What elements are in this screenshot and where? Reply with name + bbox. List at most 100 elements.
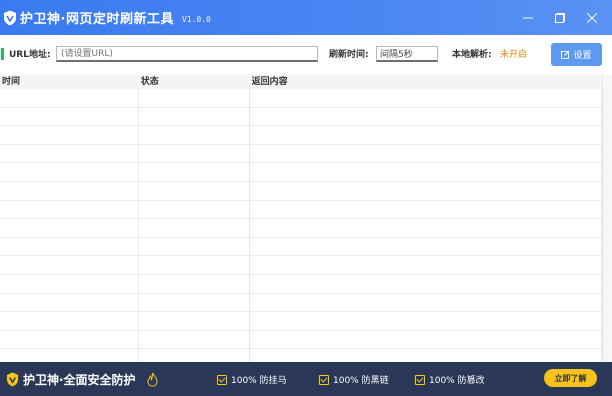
table-cell	[0, 126, 139, 144]
settings-button-label: 设置	[573, 50, 592, 60]
table-cell	[139, 144, 250, 163]
table-cell	[0, 312, 139, 330]
table-row[interactable]	[0, 256, 602, 275]
checkbox-icon	[217, 374, 227, 385]
table-cell	[139, 256, 250, 274]
close-button[interactable]	[576, 0, 608, 35]
table-row[interactable]	[0, 219, 602, 238]
table-cell	[0, 330, 139, 349]
promo-banner: 护卫神·全面安全防护	[0, 362, 612, 396]
table-cell	[250, 274, 602, 293]
accent-bar	[1, 48, 4, 60]
table-row[interactable]	[0, 200, 602, 220]
table-cell	[139, 89, 250, 107]
column-header-status[interactable]: 状态	[139, 75, 250, 89]
table-cell	[0, 256, 139, 274]
title-bar: 护卫神·网页定时刷新工具 V1.0.0	[0, 0, 612, 35]
table-cell	[139, 126, 250, 144]
shield-logo-icon	[4, 10, 16, 25]
table-cell	[250, 312, 602, 330]
table-row[interactable]	[0, 181, 602, 201]
table-cell	[0, 219, 139, 237]
table-cell	[0, 144, 139, 163]
table-cell	[250, 163, 602, 181]
table-row[interactable]	[0, 89, 602, 108]
table-row[interactable]	[0, 274, 602, 294]
table-cell	[250, 219, 602, 237]
refresh-interval-input[interactable]	[376, 46, 438, 62]
table-cell	[250, 144, 602, 163]
table-row[interactable]	[0, 126, 602, 145]
table-cell	[250, 349, 602, 362]
url-label: URL地址:	[9, 50, 51, 60]
table-cell	[0, 163, 139, 181]
table-cell	[250, 181, 602, 200]
table-row[interactable]	[0, 163, 602, 182]
column-header-time[interactable]: 时间	[0, 75, 139, 89]
column-header-response[interactable]: 返回内容	[250, 75, 602, 89]
table-cell	[250, 126, 602, 144]
checkbox-icon	[415, 374, 425, 385]
close-icon	[587, 12, 597, 23]
table-cell	[139, 330, 250, 349]
table-cell	[139, 293, 250, 312]
refresh-interval-label: 刷新时间:	[329, 50, 369, 60]
table-cell	[250, 89, 602, 107]
table-row[interactable]	[0, 330, 602, 350]
table-cell	[139, 163, 250, 181]
checkbox-icon	[319, 374, 329, 385]
table-cell	[0, 89, 139, 107]
app-version: V1.0.0	[181, 14, 211, 24]
feature-label: 100% 防挂马	[231, 376, 287, 386]
table-row[interactable]	[0, 349, 602, 362]
fire-icon	[147, 372, 158, 387]
table-cell	[0, 349, 139, 362]
table-cell	[0, 107, 139, 126]
minimize-button[interactable]	[512, 0, 544, 35]
table-row[interactable]	[0, 237, 602, 257]
table-row[interactable]	[0, 293, 602, 313]
shield-logo-icon	[6, 372, 19, 386]
edit-icon	[561, 50, 570, 59]
url-input[interactable]	[56, 46, 318, 62]
maximize-button[interactable]	[544, 0, 576, 35]
table-cell	[139, 349, 250, 362]
table-cell	[250, 256, 602, 274]
table-row[interactable]	[0, 107, 602, 127]
minimize-icon	[523, 17, 533, 18]
table-cell	[250, 330, 602, 349]
table-cell	[0, 181, 139, 200]
feature-label: 100% 防黑链	[333, 376, 389, 386]
app-title: 护卫神·网页定时刷新工具	[20, 12, 174, 27]
table-cell	[0, 293, 139, 312]
table-cell	[139, 181, 250, 200]
table-row[interactable]	[0, 312, 602, 331]
table-cell	[139, 200, 250, 219]
scrollbar-track[interactable]	[603, 75, 612, 362]
feature-anti-blacklink: 100% 防黑链	[319, 373, 389, 386]
table-cell	[139, 219, 250, 237]
feature-label: 100% 防篡改	[429, 376, 485, 386]
table-header: 时间 状态 返回内容	[0, 75, 602, 89]
table-row[interactable]	[0, 144, 602, 164]
banner-title: 护卫神·全面安全防护	[23, 372, 136, 387]
table-cell	[250, 237, 602, 256]
table-cell	[0, 237, 139, 256]
table-cell	[139, 312, 250, 330]
settings-button[interactable]: 设置	[551, 43, 602, 66]
table-cell	[139, 274, 250, 293]
table-cell	[139, 107, 250, 126]
feature-anti-trojan: 100% 防挂马	[217, 373, 287, 386]
log-table[interactable]: 时间 状态 返回内容	[0, 75, 603, 362]
table-cell	[139, 237, 250, 256]
table-cell	[250, 293, 602, 312]
table-body	[0, 89, 602, 362]
table-cell	[0, 200, 139, 219]
local-resolve-status: 未开启	[500, 50, 528, 60]
table-cell	[250, 200, 602, 219]
maximize-icon	[555, 12, 565, 23]
learn-more-button[interactable]: 立即了解	[544, 369, 597, 387]
table-cell	[0, 274, 139, 293]
local-resolve-label: 本地解析:	[452, 50, 492, 60]
table-cell	[250, 107, 602, 126]
